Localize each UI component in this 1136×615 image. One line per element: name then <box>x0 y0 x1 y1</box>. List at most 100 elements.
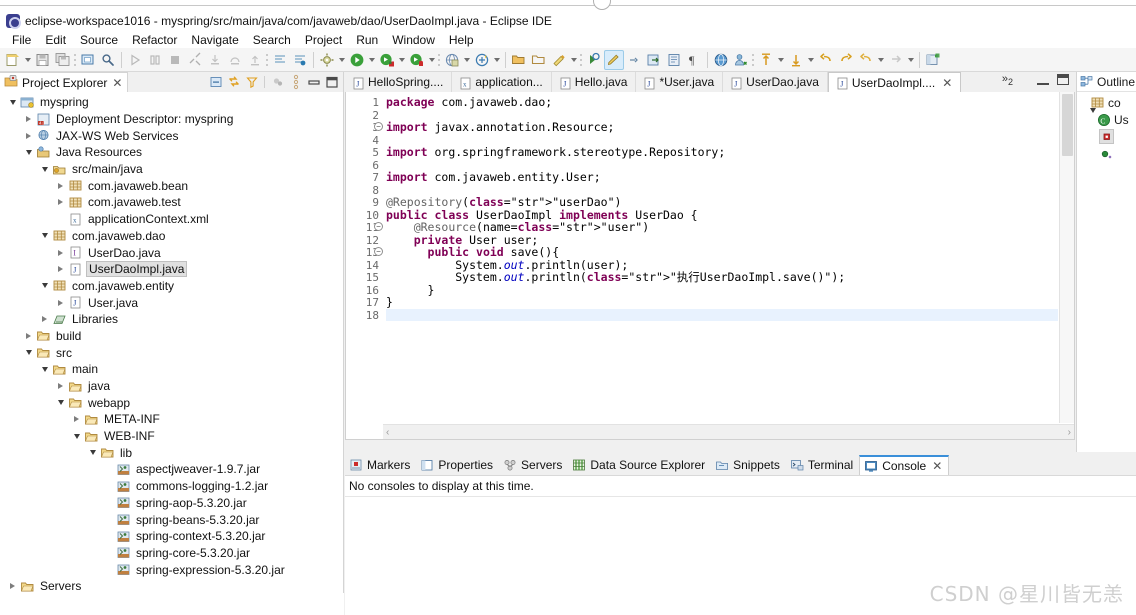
external-tools-icon[interactable] <box>644 50 664 70</box>
editor-tab-application[interactable]: x application... <box>452 72 552 92</box>
chevron-down-icon[interactable] <box>427 50 437 70</box>
previous-annotation-icon[interactable] <box>756 50 776 70</box>
bottom-tab-console[interactable]: Console ✕ <box>859 455 950 475</box>
chevron-right-icon[interactable] <box>6 578 19 594</box>
tree-item-spring-aop-5-3-20-jar[interactable]: spring-aop-5.3.20.jar <box>0 495 343 512</box>
open-task-icon[interactable] <box>529 50 549 70</box>
chevron-down-icon[interactable] <box>38 161 51 177</box>
tree-item-userdaoimpl-java[interactable]: J UserDaoImpl.java <box>0 261 343 278</box>
menu-window[interactable]: Window <box>385 32 442 48</box>
tree-item-spring-context-5-3-20-jar[interactable]: spring-context-5.3.20.jar <box>0 528 343 545</box>
fold-toggle-icon[interactable]: − <box>374 122 383 131</box>
outline-item[interactable] <box>1077 128 1136 145</box>
chevron-down-icon[interactable] <box>38 278 51 294</box>
editor-horizontal-scrollbar[interactable]: ‹ › <box>383 424 1074 439</box>
link-with-editor-icon[interactable] <box>225 73 242 90</box>
save-all-icon[interactable] <box>53 50 73 70</box>
scroll-right-icon[interactable]: › <box>1068 427 1071 438</box>
step-over-icon[interactable] <box>225 50 245 70</box>
chevron-down-icon[interactable] <box>6 94 19 110</box>
code-line[interactable]: public void save(){ <box>386 246 1058 259</box>
close-icon[interactable]: ✕ <box>112 76 122 90</box>
view-filter-icon[interactable] <box>243 73 260 90</box>
tree-item-deployment-descriptor-myspring[interactable]: 4.0 Deployment Descriptor: myspring <box>0 111 343 128</box>
suspend-icon[interactable] <box>145 50 165 70</box>
print-icon[interactable] <box>78 50 98 70</box>
chevron-down-icon[interactable] <box>23 50 33 70</box>
fold-toggle-icon[interactable]: − <box>374 222 383 231</box>
menu-source[interactable]: Source <box>73 32 125 48</box>
chevron-down-icon[interactable] <box>367 50 377 70</box>
chevron-down-icon[interactable] <box>397 50 407 70</box>
chevron-down-icon[interactable] <box>86 445 99 461</box>
tree-item-spring-beans-5-3-20-jar[interactable]: spring-beans-5.3.20.jar <box>0 511 343 528</box>
code-line[interactable]: import com.javaweb.entity.User; <box>386 171 1058 184</box>
editor-tab-userdaoimpl[interactable]: J UserDaoImpl.... ✕ <box>827 72 962 92</box>
editor-tab-hello-java[interactable]: J Hello.java <box>551 72 637 92</box>
tree-item-web-inf[interactable]: WEB-INF <box>0 428 343 445</box>
project-tree[interactable]: myspring 4.0 Deployment Descriptor: myspri… <box>0 92 343 615</box>
editor-code[interactable]: package com.javaweb.dao; import javax.ann… <box>383 92 1058 423</box>
tree-item-java[interactable]: java <box>0 378 343 395</box>
tree-item-com-javaweb-entity[interactable]: com.javaweb.entity <box>0 278 343 295</box>
maximize-view-icon[interactable] <box>323 73 340 90</box>
code-line[interactable]: } <box>386 296 1058 309</box>
tree-item-src[interactable]: src <box>0 344 343 361</box>
search-icon[interactable] <box>98 50 118 70</box>
editor-vertical-scrollbar[interactable] <box>1059 92 1074 423</box>
outline-item[interactable]: C Us <box>1077 107 1136 128</box>
run-on-server-icon[interactable] <box>442 50 462 70</box>
tree-item-libraries[interactable]: Libraries <box>0 311 343 328</box>
tree-item-com-javaweb-test[interactable]: com.javaweb.test <box>0 194 343 211</box>
editor-tab-userdao-java[interactable]: J UserDao.java <box>723 72 828 92</box>
tree-item-com-javaweb-bean[interactable]: com.javaweb.bean <box>0 177 343 194</box>
chevron-down-icon[interactable] <box>806 50 816 70</box>
bottom-tab-snippets[interactable]: Snippets <box>711 455 786 475</box>
focus-on-active-task-icon[interactable] <box>269 73 286 90</box>
chevron-right-icon[interactable] <box>54 261 67 277</box>
terminate-icon[interactable] <box>165 50 185 70</box>
skip-breakpoints-icon[interactable] <box>270 50 290 70</box>
chevron-right-icon[interactable] <box>22 128 35 144</box>
highlight-icon[interactable] <box>604 49 624 70</box>
menu-file[interactable]: File <box>5 32 38 48</box>
next-annotation-icon[interactable] <box>786 50 806 70</box>
code-line[interactable]: import org.springframework.stereotype.Re… <box>386 146 1058 159</box>
profile-icon[interactable] <box>731 50 751 70</box>
debug-icon[interactable] <box>377 50 397 70</box>
chevron-down-icon[interactable] <box>22 345 35 361</box>
chevron-down-icon[interactable] <box>54 395 67 411</box>
code-line[interactable]: import javax.annotation.Resource; <box>386 121 1058 134</box>
view-menu-icon[interactable] <box>287 73 304 90</box>
paragraph-icon[interactable]: ¶ <box>684 50 704 70</box>
editor-tab-overflow[interactable]: »2 <box>1002 73 1013 87</box>
back-icon[interactable] <box>816 50 836 70</box>
tree-item-main[interactable]: main <box>0 361 343 378</box>
book-icon[interactable] <box>664 50 684 70</box>
new-java-class-icon[interactable] <box>584 50 604 70</box>
menu-search[interactable]: Search <box>246 32 298 48</box>
menu-run[interactable]: Run <box>349 32 385 48</box>
editor-tab-hellospring[interactable]: J HelloSpring.... <box>345 72 453 92</box>
step-return-icon[interactable] <box>245 50 265 70</box>
disconnect-icon[interactable] <box>185 50 205 70</box>
close-icon[interactable]: ✕ <box>942 76 952 90</box>
tree-item-user-java[interactable]: J User.java <box>0 294 343 311</box>
code-line[interactable]: } <box>386 283 1058 297</box>
menu-help[interactable]: Help <box>442 32 481 48</box>
outline-item[interactable]: co <box>1077 94 1136 111</box>
tree-item-lib[interactable]: lib <box>0 444 343 461</box>
code-line[interactable]: @Resource(name=class="str">"user") <box>386 221 1058 234</box>
build-icon[interactable] <box>317 50 337 70</box>
next-edit-icon[interactable] <box>886 50 906 70</box>
menu-edit[interactable]: Edit <box>38 32 73 48</box>
code-line[interactable]: package com.javaweb.dao; <box>386 96 1058 109</box>
bottom-tab-properties[interactable]: Properties <box>416 455 500 475</box>
chevron-right-icon[interactable] <box>22 328 35 344</box>
chevron-right-icon[interactable] <box>54 194 67 210</box>
editor-tab-user-java[interactable]: J *User.java <box>636 72 724 92</box>
tree-item-webapp[interactable]: webapp <box>0 394 343 411</box>
tab-outline[interactable]: Outline <box>1077 72 1136 92</box>
tree-item-commons-logging-1-2-jar[interactable]: commons-logging-1.2.jar <box>0 478 343 495</box>
toggle-breakpoint-icon[interactable] <box>290 50 310 70</box>
